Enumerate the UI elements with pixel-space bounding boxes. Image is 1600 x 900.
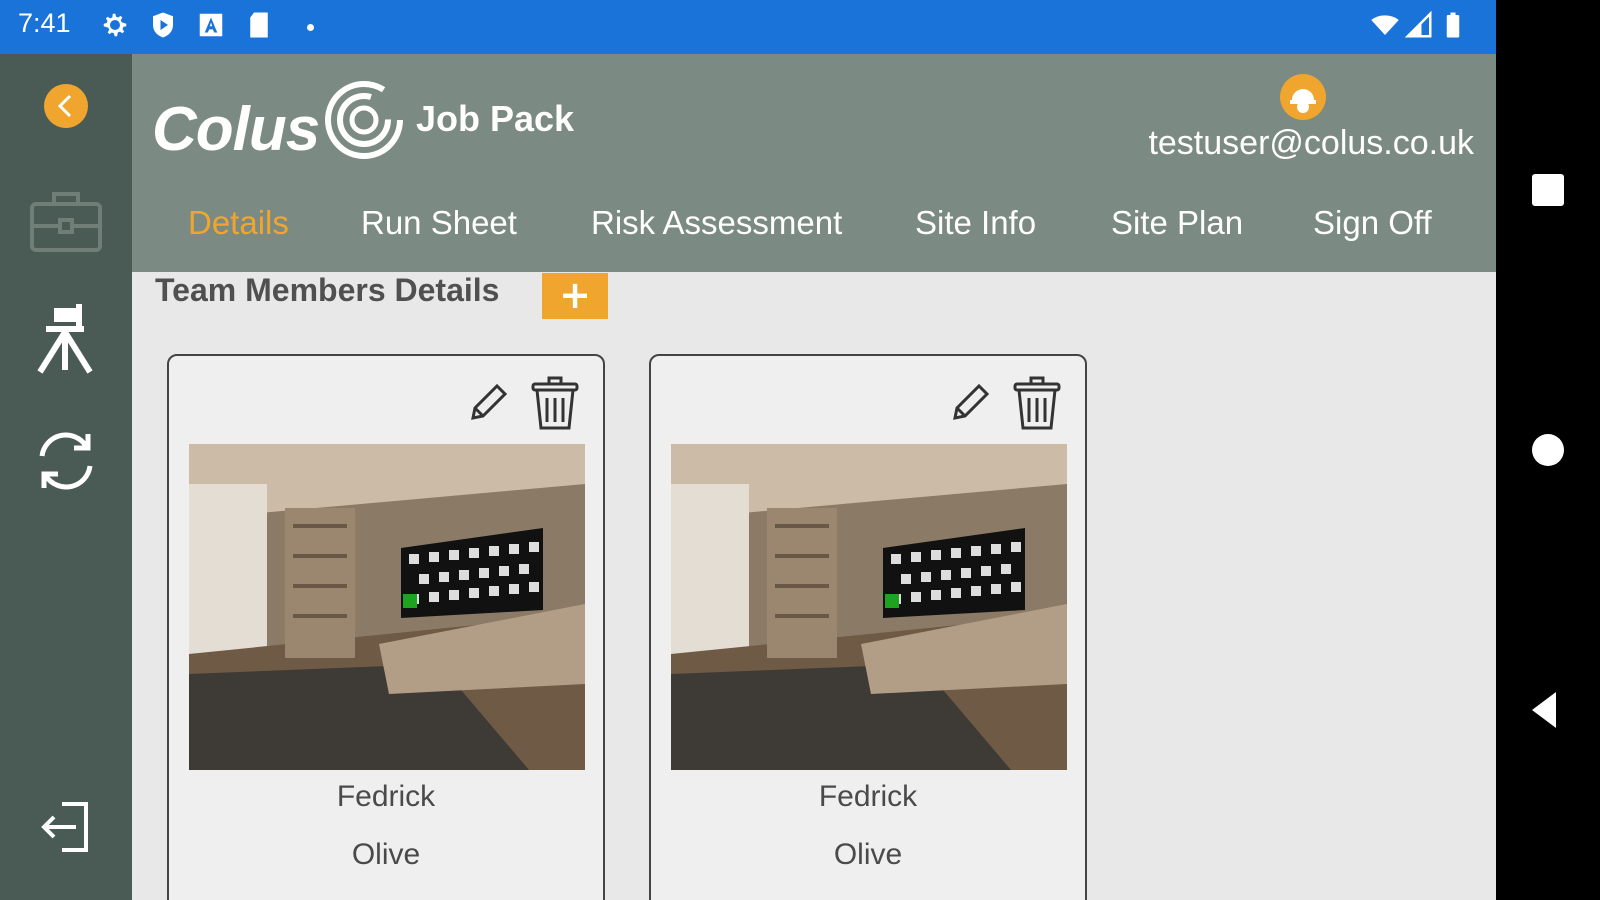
member-photo: [671, 444, 1067, 770]
member-last-name: Olive: [351, 838, 421, 871]
edit-pencil-icon[interactable]: [465, 380, 511, 426]
system-nav-bar: [1496, 0, 1600, 900]
back-button[interactable]: [1524, 686, 1572, 734]
tab-risk-assessment[interactable]: Risk Assessment: [591, 204, 842, 242]
briefcase-icon[interactable]: [26, 184, 106, 264]
member-first-name: Fedrick: [818, 780, 918, 813]
sync-icon[interactable]: [26, 420, 106, 500]
wifi-icon: [1371, 15, 1399, 35]
gear-icon: [103, 13, 127, 37]
shield-icon: [153, 12, 173, 38]
tab-sign-off[interactable]: Sign Off: [1313, 204, 1432, 242]
sd-card-icon: [250, 12, 268, 38]
section-title: Team Members Details: [155, 272, 500, 308]
tab-site-plan[interactable]: Site Plan: [1111, 204, 1243, 242]
tab-details[interactable]: Details: [188, 204, 289, 242]
delete-trash-icon[interactable]: [529, 376, 581, 432]
member-last-name: Olive: [833, 838, 903, 871]
member-first-name: Fedrick: [336, 780, 436, 813]
team-member-card: Fedrick Olive: [167, 354, 605, 900]
hard-hat-icon: [1290, 89, 1316, 113]
user-email: testuser@colus.co.uk: [1148, 124, 1474, 162]
tab-site-info[interactable]: Site Info: [915, 204, 1036, 242]
add-team-member-button[interactable]: +: [542, 273, 608, 319]
chevron-left-icon: [57, 94, 72, 118]
member-photo: [189, 444, 585, 770]
home-button[interactable]: [1524, 426, 1572, 474]
app-header: Colus Job Pack testuser@colus.co.uk Deta…: [132, 54, 1496, 272]
logo-text: Colus: [152, 95, 320, 164]
app-name: Job Pack: [416, 98, 575, 139]
sidebar: [0, 54, 132, 900]
font-icon: [199, 13, 223, 37]
team-member-card: Fedrick Olive: [649, 354, 1087, 900]
survey-tripod-icon[interactable]: [26, 302, 106, 382]
tab-run-sheet[interactable]: Run Sheet: [361, 204, 517, 242]
dot-icon: [307, 24, 314, 31]
app-window: Colus Job Pack testuser@colus.co.uk Deta…: [0, 54, 1496, 900]
sidebar-back-button[interactable]: [44, 84, 88, 128]
battery-icon: [1446, 12, 1460, 38]
status-time: 7:41: [18, 8, 71, 38]
colus-logo-icon: [325, 81, 403, 159]
status-bar: 7:41: [0, 0, 1496, 54]
recents-button[interactable]: [1524, 166, 1572, 214]
tab-bar: Details Run Sheet Risk Assessment Site I…: [132, 204, 1496, 260]
signal-icon: [1404, 10, 1432, 38]
logout-icon[interactable]: [26, 786, 106, 866]
delete-trash-icon[interactable]: [1011, 376, 1063, 432]
edit-pencil-icon[interactable]: [947, 380, 993, 426]
user-avatar[interactable]: [1280, 74, 1326, 120]
